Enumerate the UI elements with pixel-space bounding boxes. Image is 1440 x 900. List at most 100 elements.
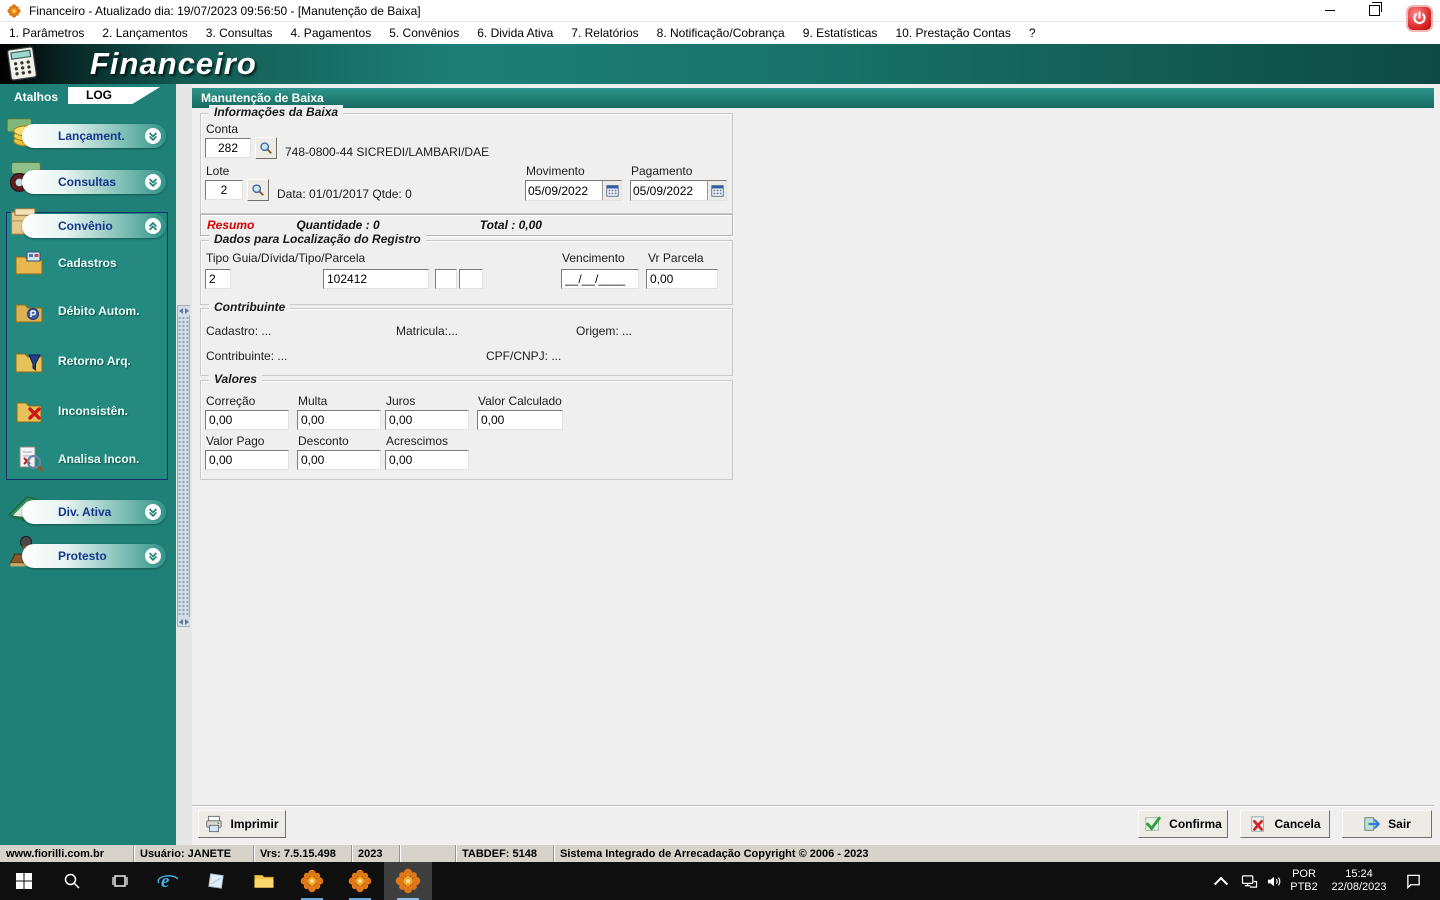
sidebar-item-consultas[interactable]: Consultas	[22, 170, 166, 194]
command-bar: Imprimir Confirma Cancela Sair	[192, 806, 1434, 841]
contribuinte-value: Contribuinte: ...	[206, 349, 288, 363]
sidebar-splitter[interactable]	[177, 305, 190, 627]
tab-atalhos[interactable]: Atalhos	[14, 90, 58, 104]
conta-search-button[interactable]	[255, 137, 277, 159]
tray-show-hidden-button[interactable]	[1208, 862, 1234, 900]
sair-button[interactable]: Sair	[1342, 810, 1432, 838]
tray-language-selector[interactable]: POR PTB2	[1286, 862, 1322, 900]
acrescimos-input[interactable]	[385, 450, 469, 470]
minimize-icon	[1325, 10, 1335, 11]
lote-search-button[interactable]	[247, 179, 269, 201]
lote-label: Lote	[206, 164, 230, 178]
status-version: Vrs: 7.5.15.498	[254, 845, 352, 862]
status-bar: www.fiorilli.com.br Usuário: JANETE Vrs:…	[0, 845, 1440, 862]
conta-input[interactable]	[205, 138, 251, 158]
movimento-date-input[interactable]	[526, 181, 602, 200]
sidebar-item-protesto[interactable]: Protesto	[22, 544, 166, 568]
main-panel: Manutenção de Baixa Informações da Baixa…	[192, 84, 1440, 845]
app-banner: Financeiro PREFEITURA MUNICIPAL DE LAMBA…	[0, 44, 1440, 122]
notes-app-button[interactable]	[192, 862, 240, 900]
tray-volume-button[interactable]	[1262, 862, 1286, 900]
sidebar-item-inconsistencias[interactable]: Inconsistên.	[14, 394, 154, 428]
clock-time: 15:24	[1345, 868, 1373, 880]
cancela-button[interactable]: Cancela	[1240, 810, 1330, 838]
internet-explorer-button[interactable]: e	[144, 862, 192, 900]
file-explorer-button[interactable]	[240, 862, 288, 900]
correcao-label: Correção	[206, 394, 256, 408]
tipo-input[interactable]	[205, 269, 231, 289]
chevron-down-icon[interactable]	[145, 128, 161, 144]
pagamento-calendar-button[interactable]	[707, 181, 726, 200]
task-view-button[interactable]	[96, 862, 144, 900]
movimento-calendar-button[interactable]	[602, 181, 621, 200]
fiorilli-flower-icon	[300, 869, 324, 893]
menu-estatisticas[interactable]: 9. Estatísticas	[794, 26, 887, 40]
menu-prestacao[interactable]: 10. Prestação Contas	[886, 26, 1019, 40]
chevron-down-icon[interactable]	[145, 504, 161, 520]
valor-pago-label: Valor Pago	[206, 434, 265, 448]
menu-lancamentos[interactable]: 2. Lançamentos	[93, 26, 196, 40]
coins-artwork	[1340, 44, 1440, 84]
pagamento-date-input[interactable]	[631, 181, 707, 200]
action-center-button[interactable]	[1398, 862, 1428, 900]
folder-icon	[254, 875, 274, 888]
multa-input[interactable]	[297, 410, 381, 430]
menu-pagamentos[interactable]: 4. Pagamentos	[281, 26, 380, 40]
guia-input[interactable]	[323, 269, 429, 289]
sidebar-item-lancamento[interactable]: Lançament.	[22, 124, 166, 148]
network-icon	[1241, 874, 1257, 888]
task-view-icon	[112, 875, 128, 887]
folder-cards-icon	[15, 251, 43, 275]
menu-consultas[interactable]: 3. Consultas	[197, 26, 282, 40]
folder-return-icon	[15, 353, 43, 373]
minimize-button[interactable]	[1308, 0, 1352, 21]
menu-relatorios[interactable]: 7. Relatórios	[562, 26, 647, 40]
group-legend: Informações da Baixa	[209, 105, 344, 119]
sidebar-item-cadastros[interactable]: Cadastros	[14, 246, 154, 280]
chevron-down-icon[interactable]	[145, 548, 161, 564]
group-legend: Contribuinte	[209, 300, 291, 314]
menu-divida-ativa[interactable]: 6. Divida Ativa	[468, 26, 562, 40]
fiorilli-flower-icon	[395, 868, 421, 894]
matricula-value: Matricula:...	[396, 324, 459, 338]
group-contribuinte: Contribuinte Cadastro: ... Matricula:...…	[200, 300, 733, 376]
window-title: Financeiro - Atualizado dia: 19/07/2023 …	[29, 3, 421, 18]
restore-button[interactable]	[1352, 0, 1396, 21]
fiorilli-flower-icon	[348, 869, 372, 893]
tipo-extra1-input[interactable]	[435, 269, 457, 289]
chevron-down-icon[interactable]	[145, 174, 161, 190]
menu-parametros[interactable]: 1. Parâmetros	[0, 26, 93, 40]
fiorilli-app2-button[interactable]	[336, 862, 384, 900]
valor-pago-input[interactable]	[205, 450, 289, 470]
tipo-extra2-input[interactable]	[459, 269, 483, 289]
juros-input[interactable]	[385, 410, 469, 430]
sidebar-item-convenio[interactable]: Convênio	[22, 214, 166, 238]
start-button[interactable]	[0, 862, 48, 900]
fiorilli-app1-button[interactable]	[288, 862, 336, 900]
taskbar-search-button[interactable]	[48, 862, 96, 900]
sidebar-item-analisa-incon[interactable]: Analisa Incon.	[14, 442, 154, 476]
confirma-button[interactable]: Confirma	[1138, 810, 1228, 838]
valor-calculado-input[interactable]	[477, 410, 563, 430]
splitter-arrows-icon	[177, 617, 190, 626]
sidebar-item-div-ativa[interactable]: Div. Ativa	[22, 500, 166, 524]
lote-input[interactable]	[205, 180, 243, 200]
tray-clock[interactable]: 15:24 22/08/2023	[1322, 862, 1396, 900]
sidebar-item-debito-autom[interactable]: Débito Autom.	[14, 294, 154, 328]
tab-log[interactable]: LOG	[68, 87, 160, 104]
vr-parcela-input[interactable]	[646, 269, 718, 289]
menu-convenios[interactable]: 5. Convênios	[380, 26, 468, 40]
tray-network-button[interactable]	[1236, 862, 1262, 900]
correcao-input[interactable]	[205, 410, 289, 430]
menu-help[interactable]: ?	[1020, 26, 1045, 40]
sidebar-item-retorno-arq[interactable]: Retorno Arq.	[14, 344, 154, 378]
imprimir-button[interactable]: Imprimir	[198, 810, 286, 838]
chevron-up-icon[interactable]	[145, 218, 161, 234]
vencimento-input[interactable]	[561, 269, 639, 289]
desconto-input[interactable]	[297, 450, 381, 470]
power-button[interactable]	[1406, 5, 1433, 32]
check-icon	[1145, 816, 1161, 831]
fiorilli-app3-button-active[interactable]	[384, 862, 432, 900]
menu-notificacao[interactable]: 8. Notificação/Cobrança	[648, 26, 794, 40]
exit-arrow-icon	[1364, 817, 1381, 831]
